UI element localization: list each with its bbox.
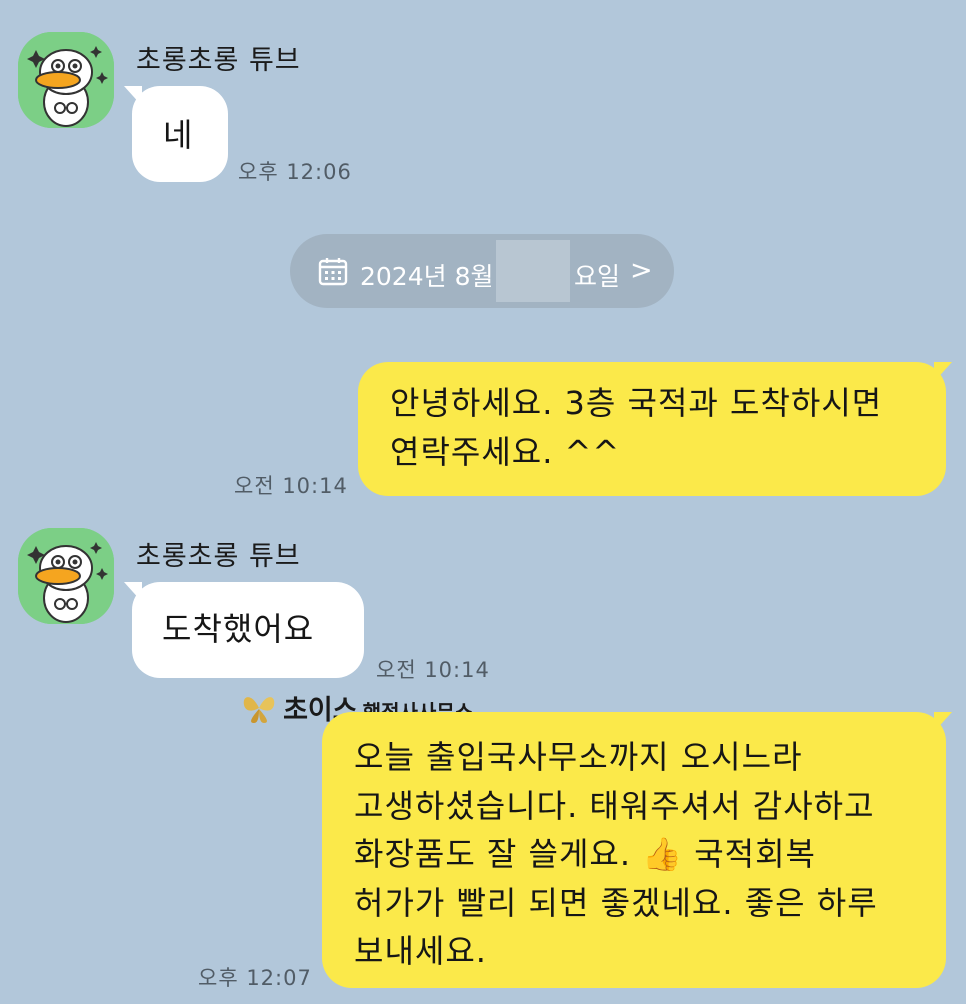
message-text: 네 (163, 116, 194, 154)
duck-character-icon (18, 32, 114, 128)
weekday-text: 요일 (574, 262, 621, 291)
bubble-tail (934, 362, 952, 382)
bubble-tail (934, 712, 952, 732)
message-bubble[interactable]: 안녕하세요. 3층 국적과 도착하시면 연락주세요. ^^ (358, 362, 946, 496)
message-time: 오후 12:06 (238, 160, 352, 184)
bubble-tail (124, 86, 142, 106)
calendar-icon (318, 258, 348, 286)
message-time: 오전 10:14 (376, 658, 490, 682)
message-bubble[interactable]: 네 (132, 86, 228, 182)
message-line: 허가가 빨리 되면 좋겠네요. 좋은 하루 (354, 883, 878, 922)
message-text: 도착했어요 (162, 610, 315, 648)
avatar[interactable] (18, 528, 114, 624)
message-line: 보내세요. (354, 932, 487, 970)
message-bubble[interactable]: 오늘 출입국사무소까지 오시느라 고생하셨습니다. 태워주셔서 감사하고 화장품… (322, 712, 946, 988)
duck-character-icon (18, 528, 114, 624)
message-line: 안녕하세요. 3층 국적과 도착하시면 (390, 384, 883, 422)
message-line: 화장품도 잘 쓸게요. 👍 국적회복 (354, 835, 816, 873)
sender-name: 초롱초롱 튜브 (136, 45, 301, 76)
butterfly-icon (243, 697, 275, 723)
date-divider[interactable]: 2024년 8월 요일 > (290, 234, 674, 308)
message-bubble[interactable]: 도착했어요 (132, 582, 364, 678)
chevron-right-icon: > (630, 255, 653, 286)
message-time: 오전 10:14 (234, 474, 348, 498)
sender-name: 초롱초롱 튜브 (136, 541, 301, 572)
avatar[interactable] (18, 32, 114, 128)
date-text: 2024년 8월 (360, 262, 494, 291)
message-line: 오늘 출입국사무소까지 오시느라 (354, 738, 803, 776)
message-line: 고생하셨습니다. 태워주셔서 감사하고 (354, 786, 875, 825)
redacted-day (496, 240, 570, 302)
message-line: 연락주세요. ^^ (390, 433, 621, 471)
message-time: 오후 12:07 (198, 966, 312, 990)
bubble-tail (124, 582, 142, 602)
